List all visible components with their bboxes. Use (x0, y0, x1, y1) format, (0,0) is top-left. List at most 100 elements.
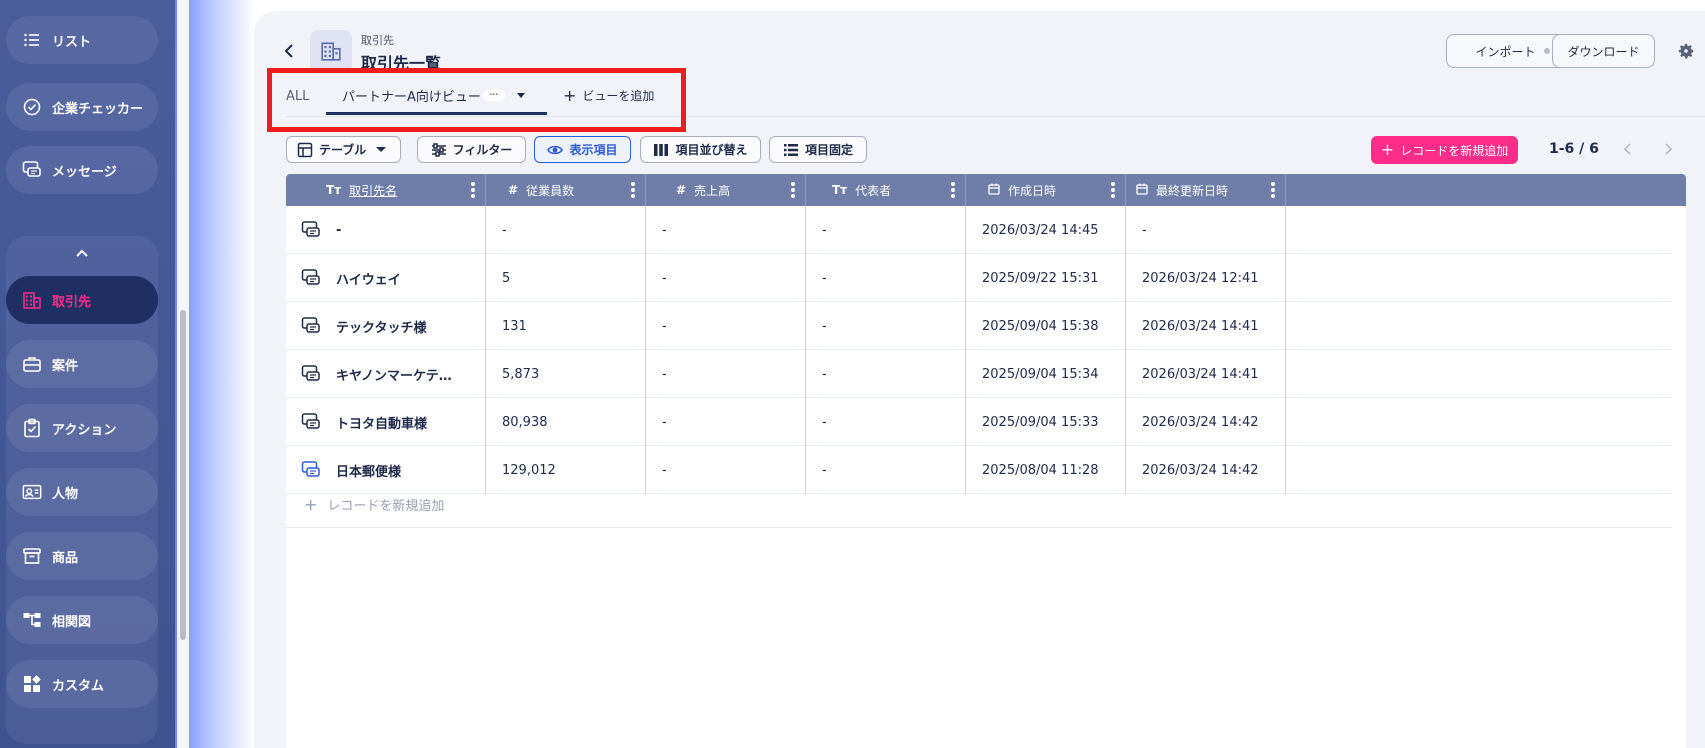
add-record-button[interactable]: + レコードを新規追加 (1371, 136, 1518, 164)
display-items-button[interactable]: 表示項目 (534, 136, 631, 163)
sidebar-item-message[interactable]: メッセージ (6, 146, 158, 194)
eye-icon (547, 142, 564, 158)
records-table: Tт 取引先名 # 従業員数 # 売上高 Tт 代表者 作成日時 最終更新日時 ----… (286, 174, 1686, 748)
cell-updated[interactable]: 2026/03/24 12:41 (1126, 254, 1286, 302)
fix-items-button[interactable]: 項目固定 (769, 136, 867, 163)
pagination-label: 1-6 / 6 (1549, 141, 1599, 157)
check-circle-icon (22, 97, 42, 117)
column-menu-icon[interactable] (1271, 182, 1275, 198)
clipboard-check-icon (22, 418, 42, 438)
cell-created[interactable]: 2025/09/04 15:34 (966, 350, 1126, 398)
cell-rep[interactable]: - (806, 350, 966, 398)
sidebar-item-people[interactable]: 人物 (6, 468, 158, 516)
view-type-select[interactable]: テーブル (286, 136, 401, 163)
number-type-icon: # (676, 183, 687, 197)
cell-updated[interactable]: 2026/03/24 14:41 (1126, 302, 1286, 350)
back-chevron-icon[interactable] (281, 42, 299, 60)
cell-sales[interactable]: - (646, 398, 806, 446)
sidebar-item-relation-map[interactable]: 相関図 (6, 596, 158, 644)
text-type-icon: Tт (832, 183, 848, 197)
column-menu-icon[interactable] (951, 182, 955, 198)
column-header-name[interactable]: Tт 取引先名 (286, 174, 486, 206)
cell-rep[interactable]: - (806, 302, 966, 350)
status-dot-icon (1543, 48, 1550, 54)
gear-icon[interactable] (1677, 42, 1695, 60)
table-row[interactable]: トヨタ自動車様 80,938- -2025/09/04 15:33 2026/03/2… (286, 398, 1672, 446)
chevron-right-icon[interactable] (1661, 141, 1675, 157)
sidebar-item-label: アクション (52, 422, 117, 438)
column-menu-icon[interactable] (631, 182, 635, 198)
cell-rep[interactable]: - (806, 398, 966, 446)
text-type-icon: Tт (326, 183, 342, 197)
cell-rep[interactable]: - (806, 254, 966, 302)
message-icon[interactable] (301, 220, 321, 240)
cell-created[interactable]: 2025/09/22 15:31 (966, 254, 1126, 302)
cell-employees[interactable]: - (486, 206, 646, 254)
sidebar-item-company-checker[interactable]: 企業チェッカー (6, 83, 158, 131)
sidebar-item-products[interactable]: 商品 (6, 532, 158, 580)
chevron-left-icon[interactable] (1621, 141, 1635, 157)
filter-button[interactable]: フィルター (417, 136, 526, 163)
sidebar-item-label: 企業チェッカー (52, 101, 144, 117)
add-record-row[interactable]: + レコードを新規追加 (286, 482, 1672, 528)
sidebar-item-deals[interactable]: 案件 (6, 340, 158, 388)
cell-created[interactable]: 2025/09/04 15:38 (966, 302, 1126, 350)
sidebar-item-list[interactable]: リスト (6, 16, 158, 64)
message-icon (22, 160, 42, 180)
sidebar-item-label: カスタム (52, 678, 105, 694)
breadcrumb: 取引先 (361, 34, 394, 47)
columns-icon (653, 142, 669, 158)
cell-rep[interactable]: - (806, 206, 966, 254)
caret-down-icon (376, 147, 387, 152)
column-menu-icon[interactable] (471, 182, 475, 198)
download-button[interactable]: ダウンロード (1552, 34, 1655, 68)
building-icon (22, 290, 42, 310)
chevron-up-icon[interactable] (74, 246, 90, 262)
column-menu-icon[interactable] (1111, 182, 1115, 198)
message-icon[interactable] (301, 268, 321, 288)
cell-updated[interactable]: - (1126, 206, 1286, 254)
cell-created[interactable]: 2025/09/04 15:33 (966, 398, 1126, 446)
sidebar-item-custom[interactable]: カスタム (6, 660, 158, 708)
cell-employees[interactable]: 80,938 (486, 398, 646, 446)
cell-created[interactable]: 2026/03/24 14:45 (966, 206, 1126, 254)
message-icon[interactable] (301, 460, 321, 480)
table-row[interactable]: ハイウェイ 5- -2025/09/22 15:31 2026/03/24 12:41 (286, 254, 1672, 302)
list-icon (22, 30, 42, 50)
column-menu-icon[interactable] (791, 182, 795, 198)
sidebar-scrollbar-thumb[interactable] (180, 310, 186, 640)
table-row[interactable]: キヤノンマーケテ… 5,873- -2025/09/04 15:34 2026/03/… (286, 350, 1672, 398)
column-header-created[interactable]: 作成日時 (966, 174, 1126, 206)
cell-sales[interactable]: - (646, 350, 806, 398)
sliders-icon (431, 142, 447, 158)
cell-employees[interactable]: 5 (486, 254, 646, 302)
building-icon (310, 30, 352, 72)
cell-sales[interactable]: - (646, 302, 806, 350)
sidebar-item-accounts[interactable]: 取引先 (6, 276, 158, 324)
highlight-box (267, 68, 686, 132)
column-header-employees[interactable]: # 従業員数 (486, 174, 646, 206)
message-icon[interactable] (301, 316, 321, 336)
table-row[interactable]: - - - -2026/03/24 14:45- (286, 206, 1672, 254)
calendar-icon (988, 183, 1000, 198)
relation-diagram-icon (22, 610, 42, 630)
cell-employees[interactable]: 131 (486, 302, 646, 350)
column-header-sales[interactable]: # 売上高 (646, 174, 806, 206)
cell-employees[interactable]: 5,873 (486, 350, 646, 398)
column-header-updated[interactable]: 最終更新日時 (1126, 174, 1286, 206)
table-header: Tт 取引先名 # 従業員数 # 売上高 Tт 代表者 作成日時 最終更新日時 (286, 174, 1686, 206)
sidebar-item-actions[interactable]: アクション (6, 404, 158, 452)
sort-items-button[interactable]: 項目並び替え (640, 136, 761, 163)
list-fixed-icon (783, 142, 799, 158)
message-icon[interactable] (301, 412, 321, 432)
calendar-icon (1136, 183, 1148, 198)
number-type-icon: # (508, 183, 519, 197)
cell-sales[interactable]: - (646, 206, 806, 254)
message-icon[interactable] (301, 364, 321, 384)
cell-updated[interactable]: 2026/03/24 14:42 (1126, 398, 1286, 446)
cell-updated[interactable]: 2026/03/24 14:41 (1126, 350, 1286, 398)
contact-card-icon (22, 482, 42, 502)
column-header-representative[interactable]: Tт 代表者 (806, 174, 966, 206)
cell-sales[interactable]: - (646, 254, 806, 302)
table-row[interactable]: テックタッチ様 131- -2025/09/04 15:38 2026/03/24 1… (286, 302, 1672, 350)
